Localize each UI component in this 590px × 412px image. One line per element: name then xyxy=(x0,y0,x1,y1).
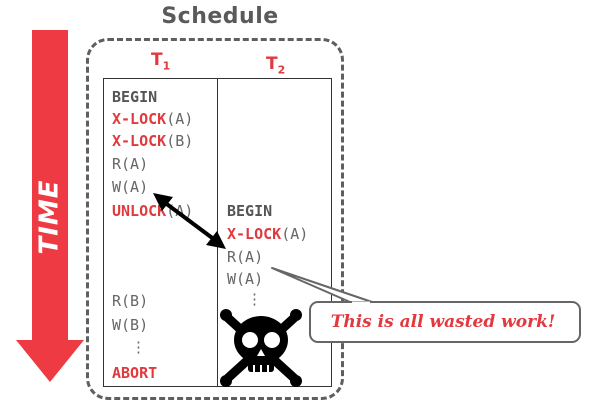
callout-bubble xyxy=(271,267,581,343)
callout-text: This is all wasted work! xyxy=(330,312,556,332)
